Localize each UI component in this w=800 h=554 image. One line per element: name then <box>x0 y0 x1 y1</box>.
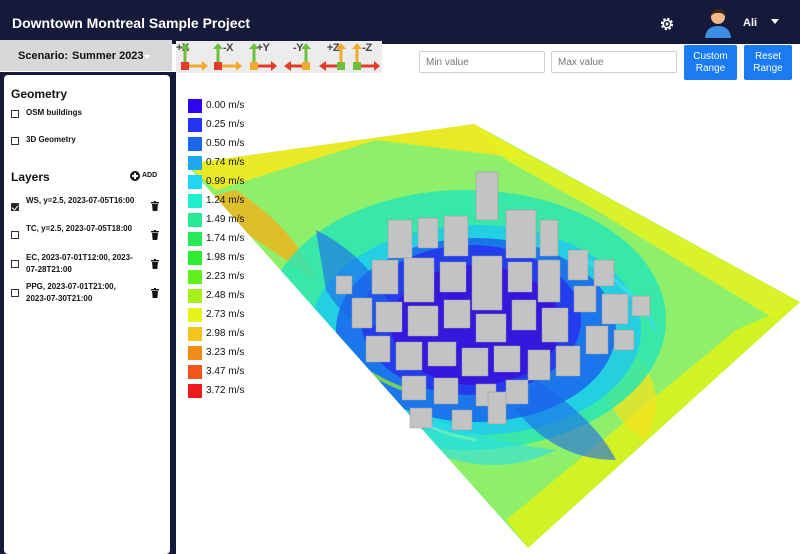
legend-label: 0.99 m/s <box>206 176 245 187</box>
legend-item: 2.23 m/s <box>188 269 268 285</box>
legend-swatch <box>188 308 202 322</box>
trash-icon[interactable] <box>151 259 159 269</box>
sidebar-panel: Geometry OSM buildings 3D Geometry Layer… <box>4 75 170 554</box>
legend-swatch <box>188 384 202 398</box>
layer-checkbox-ws[interactable] <box>11 203 19 211</box>
top-bar: Downtown Montreal Sample Project Ali <box>0 0 800 44</box>
view-plus-y-button[interactable]: +Y <box>246 41 280 73</box>
legend-swatch <box>188 213 202 227</box>
geometry-label-3d: 3D Geometry <box>26 135 76 144</box>
legend-swatch <box>188 232 202 246</box>
legend-label: 2.73 m/s <box>206 309 245 320</box>
layer-label-ws: WS, y=2.5, 2023-07-05T16:00 <box>26 196 135 205</box>
legend-item: 1.24 m/s <box>188 193 268 209</box>
add-layer-label: ADD <box>142 172 158 179</box>
legend-swatch <box>188 118 202 132</box>
legend-label: 1.49 m/s <box>206 214 245 225</box>
user-avatar-icon[interactable] <box>704 8 732 38</box>
legend-item: 0.99 m/s <box>188 174 268 190</box>
axis-minus-y-icon <box>284 43 311 71</box>
legend-label: 2.48 m/s <box>206 290 245 301</box>
plus-circle-icon <box>130 171 140 181</box>
trash-icon[interactable] <box>151 288 159 298</box>
legend-item: 2.98 m/s <box>188 326 268 342</box>
chevron-down-icon[interactable] <box>771 19 779 24</box>
view-plus-x-button[interactable]: +X <box>176 41 210 73</box>
legend-label: 3.72 m/s <box>206 385 245 396</box>
simulation-viewport[interactable] <box>176 80 800 554</box>
geometry-title: Geometry <box>11 87 68 101</box>
legend-item: 0.25 m/s <box>188 117 268 133</box>
user-name[interactable]: Ali <box>743 17 757 29</box>
legend-label: 1.74 m/s <box>206 233 245 244</box>
trash-icon[interactable] <box>151 230 159 240</box>
trash-icon[interactable] <box>151 201 159 211</box>
view-minus-x-button[interactable]: -X <box>211 41 245 73</box>
legend-item: 3.47 m/s <box>188 364 268 380</box>
chevron-down-icon[interactable] <box>144 55 150 59</box>
axis-plus-y-icon <box>249 43 277 71</box>
app-title: Downtown Montreal Sample Project <box>12 15 251 31</box>
view-minus-z-button[interactable]: -Z <box>350 41 384 73</box>
gear-icon[interactable] <box>658 15 676 33</box>
legend-swatch <box>188 365 202 379</box>
layer-label-ec: EC, 2023-07-01T12:00, 2023-07-28T21:00 <box>26 253 133 274</box>
layer-checkbox-tc[interactable] <box>11 231 19 239</box>
legend-swatch <box>188 270 202 284</box>
layer-label-ppg: PPG, 2023-07-01T21:00, 2023-07-30T21:00 <box>26 282 116 303</box>
legend-label: 0.25 m/s <box>206 119 245 130</box>
legend-label: 0.50 m/s <box>206 138 245 149</box>
legend-item: 3.72 m/s <box>188 383 268 399</box>
legend-label: 0.74 m/s <box>206 157 245 168</box>
legend-swatch <box>188 194 202 208</box>
legend-swatch <box>188 137 202 151</box>
legend-item: 2.73 m/s <box>188 307 268 323</box>
legend-swatch <box>188 156 202 170</box>
legend-item: 2.48 m/s <box>188 288 268 304</box>
legend-item: 1.98 m/s <box>188 250 268 266</box>
legend-label: 0.00 m/s <box>206 100 245 111</box>
view-direction-toolbar: +X -X +Y -Y <box>176 41 382 73</box>
axis-plus-z-icon <box>319 43 346 71</box>
scenario-label: Scenario: <box>18 50 69 62</box>
reset-range-button[interactable]: Reset Range <box>744 45 792 80</box>
view-plus-z-button[interactable]: +Z <box>316 41 350 73</box>
legend-label: 1.24 m/s <box>206 195 245 206</box>
geometry-checkbox-3d[interactable] <box>11 137 19 145</box>
axis-minus-z-icon <box>352 43 380 71</box>
legend-swatch <box>188 289 202 303</box>
custom-range-button[interactable]: Custom Range <box>684 45 737 80</box>
legend-label: 3.23 m/s <box>206 347 245 358</box>
scenario-value[interactable]: Summer 2023 <box>72 50 144 62</box>
min-value-input[interactable] <box>419 51 545 73</box>
axis-minus-x-icon <box>213 43 242 71</box>
sidebar: Geometry OSM buildings 3D Geometry Layer… <box>0 72 176 554</box>
legend-swatch <box>188 327 202 341</box>
legend-swatch <box>188 346 202 360</box>
legend-item: 0.50 m/s <box>188 136 268 152</box>
layer-label-tc: TC, y=2.5, 2023-07-05T18:00 <box>26 224 133 233</box>
max-value-input[interactable] <box>551 51 677 73</box>
legend-item: 1.49 m/s <box>188 212 268 228</box>
view-minus-y-button[interactable]: -Y <box>281 41 315 73</box>
legend-item: 3.23 m/s <box>188 345 268 361</box>
legend-item: 0.74 m/s <box>188 155 268 171</box>
legend-item: 0.00 m/s <box>188 98 268 114</box>
legend-swatch <box>188 99 202 113</box>
layer-checkbox-ec[interactable] <box>11 260 19 268</box>
layers-title: Layers <box>11 170 50 184</box>
legend-label: 2.23 m/s <box>206 271 245 282</box>
scenario-select[interactable]: Scenario: Summer 2023 <box>0 40 172 71</box>
geometry-checkbox-osm[interactable] <box>11 110 19 118</box>
axis-plus-x-icon <box>180 43 208 71</box>
geometry-label-osm: OSM buildings <box>26 108 82 117</box>
legend-label: 1.98 m/s <box>206 252 245 263</box>
layer-checkbox-ppg[interactable] <box>11 289 19 297</box>
legend-label: 2.98 m/s <box>206 328 245 339</box>
legend-item: 1.74 m/s <box>188 231 268 247</box>
legend-swatch <box>188 251 202 265</box>
legend-label: 3.47 m/s <box>206 366 245 377</box>
legend-swatch <box>188 175 202 189</box>
